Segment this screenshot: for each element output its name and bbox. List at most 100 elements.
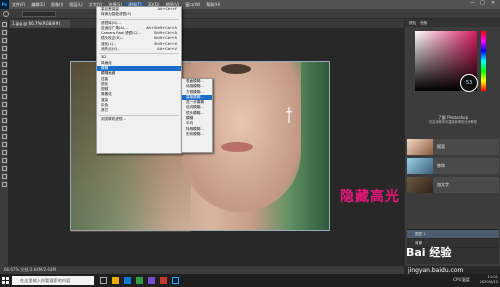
clone-stamp-tool-icon[interactable] [1,86,7,91]
overlay-caption: 隐藏高光 [340,189,400,205]
ps-logo: Ps [0,0,9,9]
menu-separator [99,53,179,55]
hand-tool-icon[interactable] [1,166,7,171]
lasso-tool-icon[interactable] [1,38,7,43]
menu-image[interactable]: 图像(I) [48,2,66,8]
hue-slider[interactable] [481,31,486,91]
app-icon[interactable] [148,277,155,284]
minimize-button[interactable]: — [470,0,475,6]
card-label: 修饰 [437,163,445,168]
brush-tool-icon[interactable] [1,78,7,83]
menu-item-label: 杂色 [101,103,109,108]
menu-bar: Ps 文件(F) 编辑(E) 图像(I) 图层(L) 文字(Y) 选择(S) 滤… [0,0,500,9]
card-thumbnail [407,158,433,174]
taskbar-search-input[interactable]: 在这里输入你要搜索的内容 [12,276,94,285]
baidu-watermark-url: jingyan.baidu.com [408,267,464,274]
value-badge: 53 [460,74,478,92]
filter-menu-item[interactable]: 浏览联机滤镜... [97,117,181,122]
taskbar-clock[interactable]: 11:01 2020/4/12 [480,275,498,285]
menu-layer[interactable]: 图层(L) [66,2,85,8]
card-label: 加文字 [437,182,449,187]
learn-panel: 了解 Photoshop 在应用程序中直接获得的分步教程 [407,115,499,129]
windows-start-icon[interactable] [2,277,9,284]
filter-menu: 高反差保留 Alt+Ctrl+F 转换为智能滤镜(S) 滤镜库(G)... 自适应广角(… [96,6,182,154]
eyedropper-tool-icon[interactable] [1,62,7,67]
dodge-tool-icon[interactable] [1,126,7,131]
card-thumbnail [407,177,433,193]
photoshop-taskbar-icon[interactable] [172,277,179,284]
menu-item-label: 转换为智能滤镜(S) [101,12,132,17]
menu-item-shortcut: Alt+Ctrl+V [157,47,177,52]
menu-item-label: 其它 [101,108,109,113]
color-swatch-icon[interactable] [1,182,7,187]
history-brush-tool-icon[interactable] [1,94,7,99]
menu-separator [99,114,179,116]
close-button[interactable]: ✕ [491,0,495,6]
crop-tool-icon[interactable] [1,54,7,59]
learn-subtitle: 在应用程序中直接获得的分步教程 [429,120,477,124]
learn-card[interactable]: 修饰 [407,158,499,174]
menu-item-label: 渲染 [101,97,109,102]
tools-panel [0,19,9,266]
path-select-tool-icon[interactable] [1,150,7,155]
windows-taskbar: 在这里输入你要搜索的内容 CPU温度 11:01 2020/4/12 [0,274,500,287]
clock-date: 2020/4/12 [479,280,498,284]
color-panel-tabs: 颜色 色板 [405,19,500,27]
photoshop-window: Ps 文件(F) 编辑(E) 图像(I) 图层(L) 文字(Y) 选择(S) 滤… [0,0,500,287]
eraser-tool-icon[interactable] [1,102,7,107]
status-bar: 66.67% 文档:2.64M/2.64M [0,266,404,274]
marquee-tool-icon[interactable] [1,30,7,35]
menu-item-label: 像素化 [101,92,112,97]
type-tool-icon[interactable] [1,142,7,147]
menu-item-label: 风格化 [101,60,112,65]
file-explorer-icon[interactable] [112,277,119,284]
tab-swatches[interactable]: 色板 [420,21,427,26]
blur-submenu-item[interactable]: 形状模糊... [182,132,212,137]
gradient-tool-icon[interactable] [1,110,7,115]
document-tab-bar: 1.jpg @ 66.7%(RGB/8#) [9,19,404,28]
quick-select-tool-icon[interactable] [1,46,7,51]
baidu-watermark: Bai 经验 [406,246,452,259]
tab-color[interactable]: 颜色 [409,21,416,26]
card-label: 图案 [437,144,445,149]
right-panel: 颜色 色板 53 了解 Photoshop 在应用程序中直接获得的分步教程 图案… [404,19,500,266]
filter-menu-item[interactable]: 转换为智能滤镜(S) [97,12,181,17]
spot-healing-tool-icon[interactable] [3,11,9,17]
app-icon[interactable] [160,277,167,284]
menu-item-label: 镜头校正(R)... [101,36,125,41]
menu-help[interactable]: 帮助(H) [203,2,223,8]
edge-browser-icon[interactable] [124,277,131,284]
card-thumbnail [407,139,433,155]
options-bar [0,9,500,19]
blur-tool-icon[interactable] [1,118,7,123]
menu-edit[interactable]: 编辑(E) [28,2,48,8]
maximize-button[interactable]: □ [480,0,485,6]
document-tab[interactable]: 1.jpg @ 66.7%(RGB/8#) [10,20,70,28]
menu-item-label: 视频 [101,87,109,92]
menu-window[interactable]: 窗口(W) [182,2,203,8]
shape-tool-icon[interactable] [1,158,7,163]
menu-item-label: 液化(L)... [101,41,117,46]
photo-lips [221,142,253,152]
move-tool-icon[interactable] [1,22,7,27]
options-input[interactable] [22,11,56,17]
menu-item-label: 模糊 [101,65,109,70]
menu-item-label: 3D [101,55,107,60]
menu-item-label: 模糊画廊 [101,71,116,76]
app-icon[interactable] [136,277,143,284]
learn-card[interactable]: 加文字 [407,177,499,193]
filter-menu-item[interactable]: 消失点(V)... Alt+Ctrl+V [97,47,181,52]
task-view-icon[interactable] [100,277,107,284]
layer-row[interactable]: 图层 1 [407,230,499,239]
menu-item-label: 消失点(V)... [101,47,121,52]
filter-menu-item[interactable]: 其它 [97,108,181,113]
zoom-tool-icon[interactable] [1,174,7,179]
tray-cpu-temp[interactable]: CPU温度 [453,277,470,283]
menu-item-label: 高反差保留 [101,7,119,11]
healing-brush-tool-icon[interactable] [1,70,7,75]
menu-separator [99,18,179,20]
photo-eye [221,64,251,74]
menu-file[interactable]: 文件(F) [9,2,28,8]
learn-card[interactable]: 图案 [407,139,499,155]
pen-tool-icon[interactable] [1,134,7,139]
